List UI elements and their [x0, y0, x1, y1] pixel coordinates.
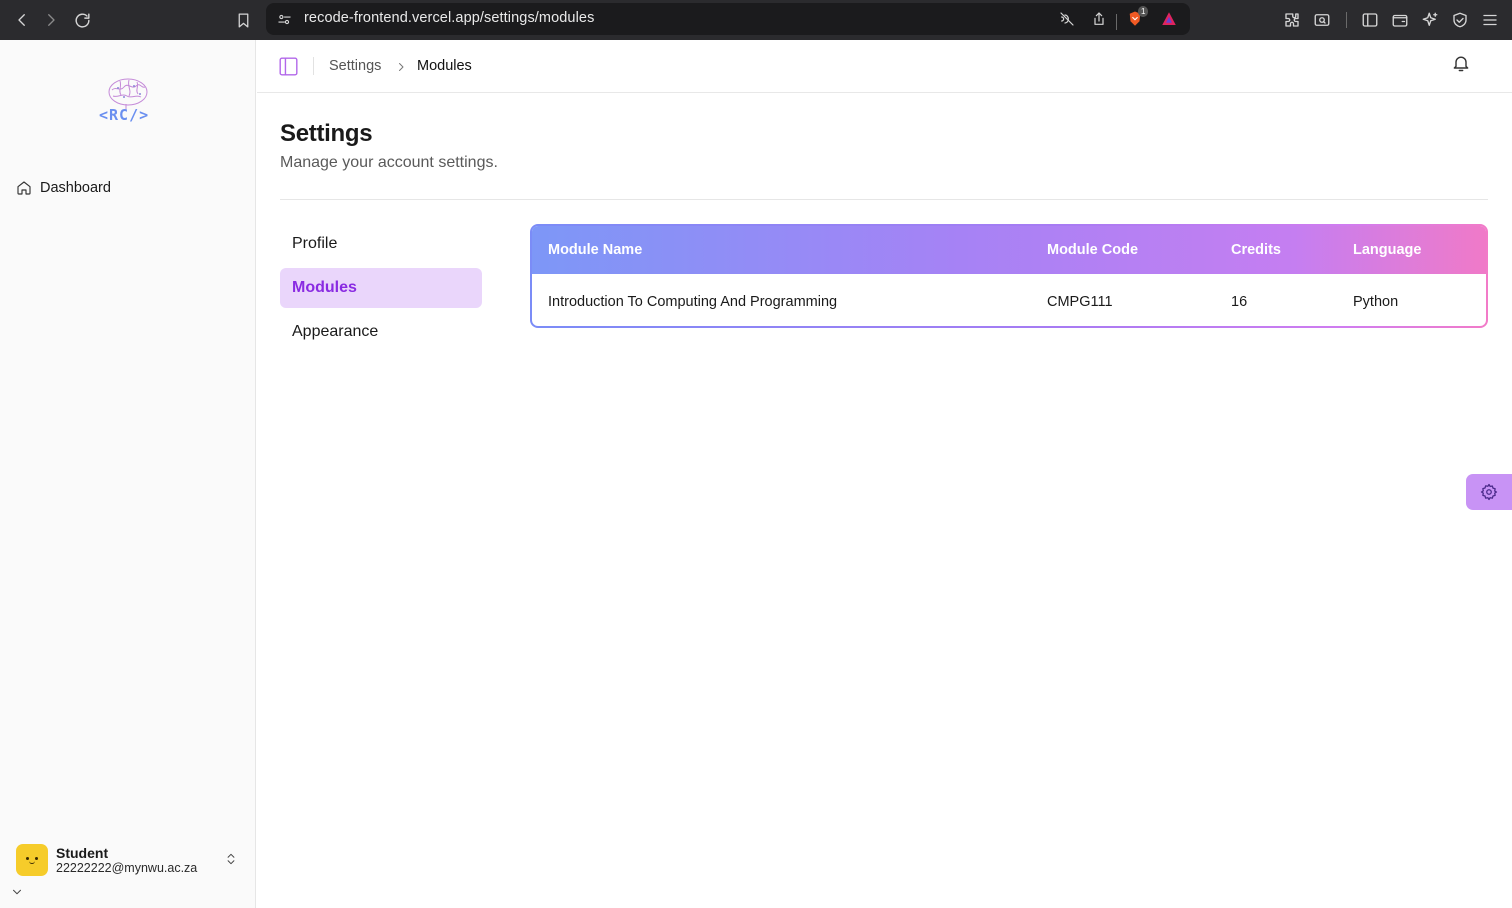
- top-bar: Settings Modules: [257, 40, 1512, 93]
- sidebar-item-label: Dashboard: [40, 180, 111, 196]
- user-name: Student: [56, 844, 109, 861]
- column-header: Language: [1353, 242, 1422, 258]
- brave-badge: 1: [1138, 6, 1149, 17]
- extensions-icon[interactable]: [1280, 8, 1304, 32]
- site-settings-icon[interactable]: [274, 9, 294, 29]
- settings-nav-profile[interactable]: Profile: [280, 224, 482, 264]
- page-search-icon[interactable]: [1310, 8, 1334, 32]
- divider: [280, 199, 1488, 200]
- vpn-shield-icon[interactable]: [1448, 8, 1472, 32]
- table-cell: Introduction To Computing And Programmin…: [548, 294, 838, 310]
- chevrons-up-down-icon[interactable]: [224, 851, 238, 872]
- breadcrumb-settings[interactable]: Settings: [329, 58, 381, 74]
- bell-icon[interactable]: [1451, 53, 1471, 78]
- table-cell: 16: [1231, 294, 1248, 310]
- bookmark-icon[interactable]: [231, 8, 255, 32]
- address-bar[interactable]: recode-frontend.vercel.app/settings/modu…: [266, 3, 1190, 35]
- brain-logo-icon[interactable]: <RC/>: [96, 76, 160, 126]
- page-subtitle: Manage your account settings.: [280, 154, 498, 171]
- user-email: 22222222@mynwu.ac.za: [56, 860, 198, 875]
- modules-table: Module Name Module Code Credits Language…: [530, 224, 1488, 328]
- settings-nav-appearance[interactable]: Appearance: [280, 312, 482, 352]
- column-header: Credits: [1231, 242, 1281, 258]
- brave-shield-icon[interactable]: 1: [1125, 6, 1149, 29]
- table-header: Module Name Module Code Credits Language: [532, 226, 1486, 274]
- back-icon[interactable]: [10, 8, 34, 32]
- floating-settings-button[interactable]: [1466, 474, 1512, 510]
- app-sidebar: <RC/> Dashboard Student 22222222@mynwu.a…: [0, 40, 256, 908]
- settings-nav-modules[interactable]: Modules: [280, 268, 482, 308]
- wallet-icon[interactable]: [1388, 8, 1412, 32]
- column-header: Module Code: [1047, 242, 1139, 258]
- sidebar-item-dashboard[interactable]: Dashboard: [12, 176, 244, 200]
- chevron-right-icon: [395, 60, 407, 78]
- avatar: [16, 844, 48, 876]
- page-title: Settings: [280, 120, 373, 147]
- settings-nav: Profile Modules Appearance: [280, 224, 482, 356]
- table-cell: Python: [1353, 294, 1399, 310]
- chevron-down-icon[interactable]: [10, 885, 24, 904]
- forward-icon[interactable]: [39, 8, 63, 32]
- browser-toolbar: recode-frontend.vercel.app/settings/modu…: [0, 0, 1512, 40]
- logo-text: <RC/>: [99, 106, 150, 124]
- sidebar-toggle-icon[interactable]: [278, 56, 299, 77]
- home-icon: [16, 180, 32, 196]
- sidebar-panel-icon[interactable]: [1358, 8, 1382, 32]
- reload-icon[interactable]: [70, 8, 94, 32]
- user-menu[interactable]: Student 22222222@mynwu.ac.za: [16, 843, 244, 877]
- brave-rewards-icon[interactable]: [1159, 9, 1179, 29]
- url-text[interactable]: recode-frontend.vercel.app/settings/modu…: [304, 10, 594, 26]
- leo-ai-icon[interactable]: [1418, 8, 1442, 32]
- table-cell: CMPG111: [1047, 294, 1113, 310]
- gear-icon: [1480, 483, 1498, 501]
- menu-icon[interactable]: [1478, 8, 1502, 32]
- share-icon[interactable]: [1089, 9, 1109, 29]
- column-header: Module Name: [548, 242, 643, 258]
- breadcrumb-modules: Modules: [417, 58, 472, 74]
- reader-mode-off-icon[interactable]: [1057, 9, 1077, 29]
